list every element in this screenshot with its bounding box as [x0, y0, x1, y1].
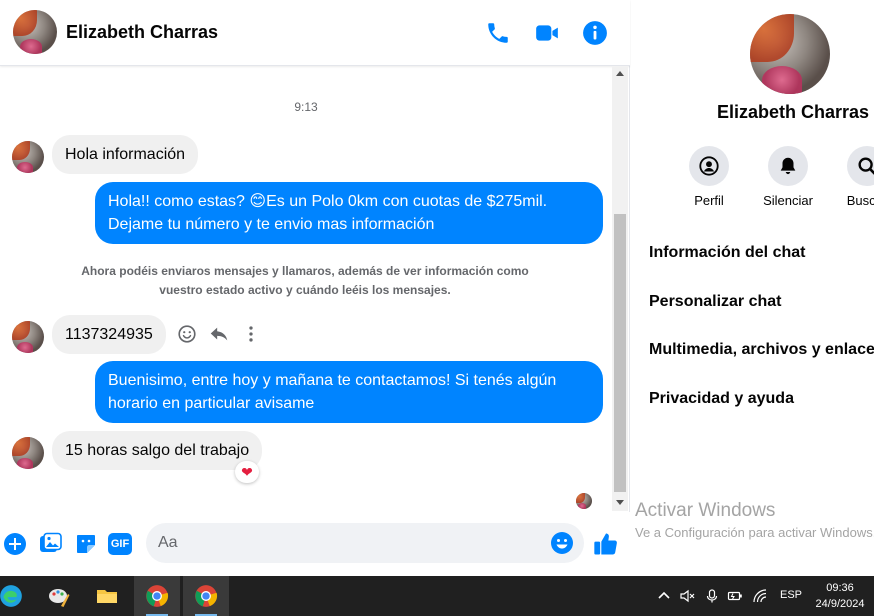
profile-action-label: Perfil — [694, 193, 724, 208]
menu-media-files[interactable]: Multimedia, archivos y enlaces — [649, 341, 874, 359]
chat-header: Elizabeth Charras — [0, 0, 630, 66]
add-icon[interactable] — [3, 532, 27, 556]
chat-notice: Ahora podéis enviaros mensajes y llamaro… — [60, 262, 550, 300]
paint-icon — [49, 589, 70, 607]
message-input[interactable]: Aa — [146, 523, 584, 563]
heart-reaction[interactable]: ❤ — [235, 461, 259, 483]
contact-avatar[interactable] — [13, 10, 57, 54]
reply-icon[interactable] — [208, 323, 230, 345]
notice-line: Ahora podéis enviaros mensajes y llamaro… — [81, 264, 529, 278]
taskbar-chrome-2[interactable] — [183, 576, 229, 616]
menu-privacy-help[interactable]: Privacidad y ayuda — [649, 390, 794, 408]
react-emoji-icon[interactable] — [176, 323, 198, 345]
menu-chat-info[interactable]: Información del chat — [649, 244, 805, 262]
composer: GIF Aa — [0, 512, 630, 576]
chrome-icon — [195, 585, 218, 607]
sender-avatar[interactable] — [12, 437, 44, 469]
taskbar-file-explorer[interactable] — [84, 576, 130, 616]
photo-icon[interactable] — [38, 532, 62, 556]
incoming-message[interactable]: 1137324935 — [52, 315, 166, 354]
emoji-icon[interactable] — [550, 531, 574, 555]
clock-time: 09:36 — [826, 582, 854, 594]
chevron-up-icon[interactable] — [656, 588, 672, 604]
scroll-down-arrow[interactable] — [616, 500, 624, 505]
info-icon[interactable] — [582, 20, 608, 46]
search-circle — [847, 146, 874, 186]
notice-line: vuestro estado activo y cuándo leéis los… — [159, 283, 451, 297]
gif-button[interactable]: GIF — [108, 533, 132, 555]
language-indicator[interactable]: ESP — [780, 589, 802, 601]
seen-indicator-avatar — [576, 493, 592, 509]
incoming-message[interactable]: 15 horas salgo del trabajo — [52, 431, 263, 470]
profile-circle — [689, 146, 729, 186]
profile-name: Elizabeth Charras — [717, 102, 870, 122]
taskbar-paint[interactable] — [36, 576, 82, 616]
search-action-label: Buscar — [846, 193, 874, 208]
microphone-icon[interactable] — [704, 588, 720, 604]
sender-avatar[interactable] — [12, 141, 44, 173]
messenger-window: Elizabeth Charras 9:13 Hola información … — [0, 0, 874, 576]
wifi-icon[interactable] — [752, 588, 768, 604]
thumbs-up-icon[interactable] — [592, 530, 620, 558]
outgoing-message[interactable]: Hola!! como estas? 😊Es un Polo 0km con c… — [95, 182, 603, 244]
mute-circle — [768, 146, 808, 186]
speaker-muted-icon[interactable] — [679, 588, 695, 604]
menu-customize-chat[interactable]: Personalizar chat — [649, 293, 782, 311]
incoming-message[interactable]: Hola información — [52, 135, 199, 174]
chat-pane: Elizabeth Charras 9:13 Hola información … — [0, 0, 630, 576]
scroll-thumb[interactable] — [614, 214, 626, 492]
message-input-placeholder: Aa — [158, 534, 178, 551]
conversation-info-panel: Elizabeth Charras Perfil Silenciar Busc … — [631, 0, 874, 576]
bell-icon — [780, 157, 796, 175]
message-actions — [176, 323, 262, 345]
chrome-icon — [146, 585, 169, 607]
edge-icon — [0, 585, 22, 607]
message-line: Buenisimo, entre hoy y mañana te contact… — [108, 372, 557, 389]
search-icon — [858, 157, 874, 175]
contact-name[interactable]: Elizabeth Charras — [66, 22, 218, 43]
sticker-icon[interactable] — [74, 532, 98, 556]
taskbar: ESP 09:36 24/9/2024 — [0, 576, 874, 616]
folder-icon — [97, 590, 117, 603]
message-line: Hola!! como estas? 😊Es un Polo 0km con c… — [108, 193, 548, 210]
activation-watermark-subtitle: Ve a Configuración para activar Windows. — [635, 525, 874, 540]
search-action[interactable]: Buscar — [827, 146, 874, 208]
mute-action[interactable]: Silenciar — [748, 146, 828, 208]
system-clock[interactable]: 09:36 24/9/2024 — [810, 580, 870, 612]
sender-avatar[interactable] — [12, 321, 44, 353]
battery-icon[interactable] — [727, 588, 743, 604]
taskbar-chrome-1[interactable] — [134, 576, 180, 616]
profile-avatar[interactable] — [750, 14, 830, 94]
more-options-icon[interactable] — [240, 323, 262, 345]
scroll-up-arrow[interactable] — [616, 71, 624, 76]
message-scrollbar[interactable] — [612, 67, 628, 511]
activation-watermark-title: Activar Windows — [635, 500, 776, 521]
clock-date: 24/9/2024 — [815, 598, 865, 610]
user-icon — [699, 156, 719, 176]
message-timestamp: 9:13 — [294, 100, 318, 114]
phone-icon[interactable] — [485, 20, 511, 46]
video-call-icon[interactable] — [534, 20, 560, 46]
taskbar-edge[interactable] — [0, 576, 34, 616]
message-line: Dejame tu número y te envio mas informac… — [108, 216, 435, 233]
message-line: horario en particular avisame — [108, 395, 315, 412]
message-list[interactable]: 9:13 Hola información Hola!! como estas?… — [0, 67, 612, 511]
outgoing-message[interactable]: Buenisimo, entre hoy y mañana te contact… — [95, 361, 603, 423]
profile-action[interactable]: Perfil — [669, 146, 749, 208]
mute-action-label: Silenciar — [763, 193, 813, 208]
